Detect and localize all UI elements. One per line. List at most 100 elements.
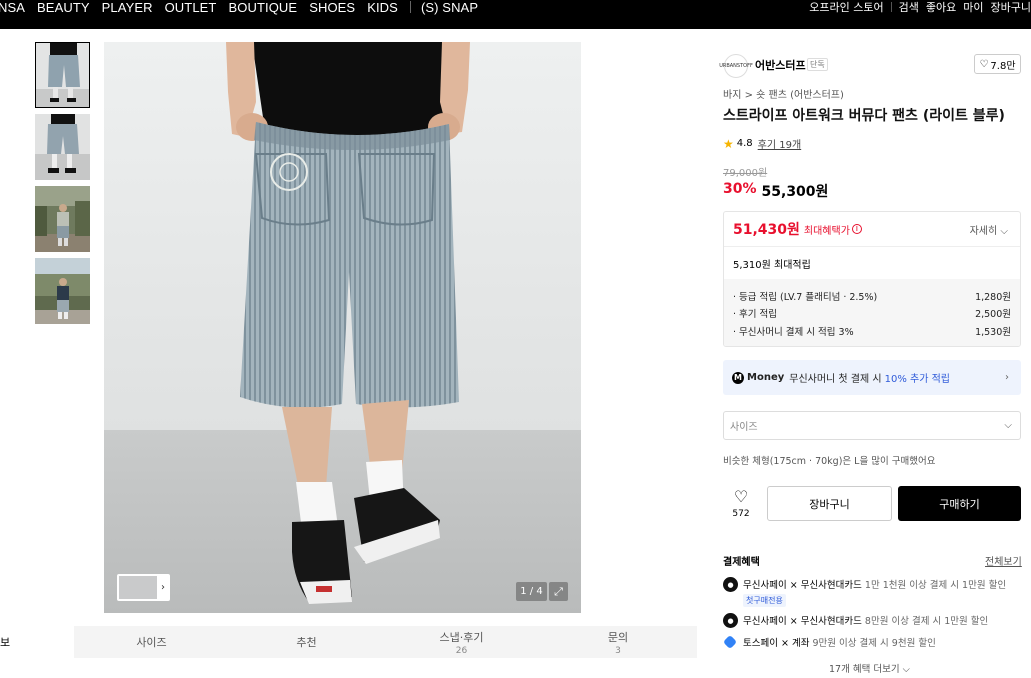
max-benefit-header[interactable]: 51,430원 최대혜택가 i 자세히 ⌵ — [724, 212, 1020, 247]
money-highlight: 10% 추가 적립 — [884, 374, 950, 385]
rating-summary: ★ 4.8 후기 19개 — [723, 136, 802, 152]
money-label: Money — [747, 372, 785, 383]
points-row: · 후기 적립 2,500원 — [733, 305, 1011, 323]
payment-benefit-title: 무신사페이 × 무신사현대카드 — [743, 580, 862, 591]
points-row-value: 1,530원 — [975, 326, 1011, 338]
tab-snap-review[interactable]: 스냅·후기 26 — [384, 626, 539, 658]
payment-benefit-desc: 1만 1천원 이상 결제 시 1만원 할인 — [864, 580, 1007, 591]
gallery-thumbnail-1[interactable] — [35, 42, 90, 108]
more-benefits-button[interactable]: 17개 혜택 더보기 ⌵ — [829, 661, 910, 675]
brand-logo[interactable]: URBANSTOFF — [719, 54, 753, 78]
first-purchase-tag: 첫구매전용 — [743, 594, 786, 607]
points-row-value: 1,280원 — [975, 291, 1011, 303]
payment-benefit-text: 무신사페이 × 무신사현대카드 8만원 이상 결제 시 1만원 할인 — [743, 613, 988, 627]
product-photo — [104, 42, 581, 613]
points-row-label: · 등급 적립 (LV.7 플래티넘 · 2.5%) — [733, 291, 878, 303]
gallery-thumbnail-4[interactable] — [35, 258, 90, 324]
product-title: 스트라이프 아트워크 버뮤다 팬츠 (라이트 블루) — [723, 108, 1005, 124]
nav-item-outlet[interactable]: OUTLET — [165, 0, 217, 15]
more-benefits-label: 17개 혜택 더보기 — [829, 664, 900, 675]
payment-benefit-text: 토스페이 × 계좌 9만원 이상 결제 시 9천원 할인 — [743, 635, 936, 649]
detail-toggle[interactable]: 자세히 ⌵ — [970, 222, 1008, 237]
nav-cart[interactable]: 장바구니 — [991, 0, 1031, 15]
add-to-cart-button[interactable]: 장바구니 — [767, 486, 892, 521]
buy-now-button[interactable]: 구매하기 — [898, 486, 1021, 521]
exclusive-badge: 단독 — [807, 58, 828, 71]
points-breakdown: · 등급 적립 (LV.7 플래티넘 · 2.5%) 1,280원 · 후기 적… — [724, 279, 1020, 346]
product-info-panel: URBANSTOFF 어반스터프 단독 ♡ 7.8만 바지 > 숏 팬츠 (어반… — [710, 42, 1031, 678]
detail-label: 자세히 — [969, 225, 998, 237]
rating-value: 4.8 — [736, 138, 753, 149]
money-promo-banner[interactable]: M Money 무신사머니 첫 결제 시 10% 추가 적립 › — [723, 360, 1021, 395]
size-placeholder: 사이즈 — [730, 422, 758, 433]
points-row: · 등급 적립 (LV.7 플래티넘 · 2.5%) 1,280원 — [733, 287, 1011, 305]
nav-categories: NSA BEAUTY PLAYER OUTLET BOUTIQUE SHOES … — [0, 0, 490, 15]
price-row: 30% 55,300원 — [723, 181, 828, 201]
nav-likes[interactable]: 좋아요 — [926, 0, 956, 15]
chevron-down-icon: ⌵ — [1000, 225, 1008, 237]
thumbnail-image — [35, 186, 90, 252]
nav-item-shoes[interactable]: SHOES — [309, 0, 355, 15]
like-button[interactable]: ♡ 7.8만 — [974, 54, 1021, 74]
nav-my[interactable]: 마이 — [963, 0, 983, 15]
chevron-right-icon: › — [1005, 372, 1009, 383]
money-icon: M — [732, 371, 744, 384]
expand-icon[interactable]: ⤢ — [549, 582, 568, 601]
tab-size[interactable]: 사이즈 — [74, 626, 229, 658]
nav-offline-store[interactable]: 오프라인 스토어 — [809, 0, 883, 15]
toss-pay-icon — [722, 634, 738, 650]
tab-inquiry[interactable]: 문의 3 — [539, 626, 697, 658]
points-total: 5,310원 최대적립 — [733, 259, 811, 271]
max-benefit-price: 51,430원 — [733, 222, 800, 238]
thumbnail-image — [35, 114, 90, 180]
tab-label: 스냅·후기 — [439, 630, 484, 644]
nav-item-snap[interactable]: (S) SNAP — [421, 0, 478, 15]
payment-benefits-heading: 결제혜택 — [723, 557, 760, 568]
review-link[interactable]: 후기 19개 — [758, 136, 802, 151]
payment-benefit-title: 토스페이 × 계좌 — [743, 638, 810, 649]
tab-count: 26 — [455, 645, 468, 656]
payment-benefits-all-link[interactable]: 전체보기 — [985, 553, 1022, 568]
discount-rate: 30% — [723, 181, 757, 197]
tab-label: 문의 — [607, 630, 629, 644]
brand-name[interactable]: 어반스터프 — [755, 57, 806, 73]
wishlist-button[interactable]: ♡ 572 — [728, 487, 754, 520]
size-recommendation: 비슷한 체형(175cm · 70kg)은 L을 많이 구매했어요 — [723, 456, 936, 467]
nav-item-beauty[interactable]: BEAUTY — [37, 0, 90, 15]
payment-benefit-item: ● 무신사페이 × 무신사현대카드 8만원 이상 결제 시 1만원 할인 — [723, 613, 988, 628]
payment-benefit-desc: 8만원 이상 결제 시 1만원 할인 — [864, 616, 989, 627]
star-icon: ★ — [723, 136, 734, 151]
image-strip-toggle[interactable]: › — [117, 574, 170, 601]
money-text: 무신사머니 첫 결제 시 — [789, 374, 882, 385]
musinsa-pay-icon: ● — [723, 613, 738, 628]
nav-divider — [409, 1, 411, 13]
nav-item-boutique[interactable]: BOUTIQUE — [228, 0, 297, 15]
nav-item-player[interactable]: PLAYER — [102, 0, 153, 15]
nav-item-nsa[interactable]: NSA — [0, 0, 25, 15]
points-row-value: 2,500원 — [975, 309, 1011, 321]
nav-search[interactable]: 검색 — [899, 0, 919, 15]
chevron-down-icon: ⌵ — [1004, 420, 1012, 431]
thumbnail-image — [35, 258, 90, 324]
tab-info[interactable]: 보 — [0, 626, 74, 658]
like-count: 7.8만 — [990, 60, 1016, 72]
tab-label: 추천 — [296, 636, 317, 649]
tab-label: 사이즈 — [136, 636, 167, 649]
tab-recommend[interactable]: 추천 — [229, 626, 384, 658]
tab-label: 보 — [0, 636, 11, 649]
max-benefit-label: 최대혜택가 — [803, 225, 850, 237]
size-select[interactable]: 사이즈 ⌵ — [723, 411, 1021, 440]
breadcrumb[interactable]: 바지 > 숏 팬츠 (어반스터프) — [723, 86, 844, 101]
chevron-down-icon: ⌵ — [902, 664, 910, 675]
chevron-right-icon: › — [161, 582, 165, 593]
payment-benefit-title: 무신사페이 × 무신사현대카드 — [743, 616, 862, 627]
heart-icon: ♡ — [733, 487, 749, 506]
gallery-thumbnail-3[interactable] — [35, 186, 90, 252]
main-product-image[interactable] — [104, 42, 581, 613]
thumbnail-image — [36, 43, 89, 107]
nav-divider — [890, 2, 892, 12]
nav-item-kids[interactable]: KIDS — [367, 0, 398, 15]
gallery-thumbnail-2[interactable] — [35, 114, 90, 180]
payment-benefit-text: 무신사페이 × 무신사현대카드 1만 1천원 이상 결제 시 1만원 할인 첫구… — [743, 577, 1006, 607]
info-icon[interactable]: i — [851, 224, 862, 234]
